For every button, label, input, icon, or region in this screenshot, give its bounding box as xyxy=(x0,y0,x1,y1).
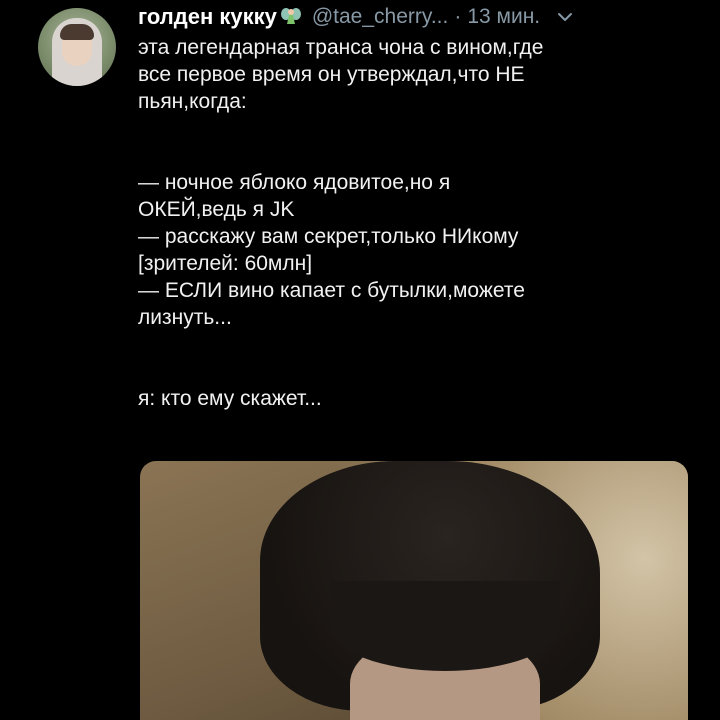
handle[interactable]: @tae_cherry... xyxy=(312,5,448,29)
tweet-line: лизнуть... xyxy=(138,306,232,329)
tweet-line: [зрителей: 60млн] xyxy=(138,252,313,275)
separator-dot: · xyxy=(454,5,462,28)
display-name[interactable]: голден кукку xyxy=(138,4,277,30)
tweet: голден кукку @tae_cherry... · 13 мин. эт… xyxy=(0,0,720,720)
tweet-line: ОКЕЙ,ведь я JK xyxy=(138,198,295,221)
tweet-line: пьян,когда: xyxy=(138,90,247,113)
tweet-line: эта легендарная транса чона с вином,где xyxy=(138,36,544,59)
tweet-line: — ЕСЛИ вино капает с бутылки,можете xyxy=(138,279,525,302)
tweet-text: эта легендарная транса чона с вином,где … xyxy=(138,34,698,412)
tweet-media-image[interactable] xyxy=(140,461,688,720)
tweet-line: все первое время он утверждал,что НЕ xyxy=(138,63,525,86)
avatar[interactable] xyxy=(38,8,116,86)
media-fringe xyxy=(330,581,560,671)
chevron-down-icon[interactable] xyxy=(556,8,574,26)
tweet-line: — расскажу вам секрет,только НИкому xyxy=(138,225,519,248)
tweet-line: я: кто ему скажет... xyxy=(138,387,322,410)
avatar-hair xyxy=(60,24,94,40)
tweet-header: голден кукку @tae_cherry... · 13 мин. xyxy=(138,2,574,32)
tweet-line: — ночное яблоко ядовитое,но я xyxy=(138,171,451,194)
timestamp[interactable]: 13 мин. xyxy=(467,5,540,29)
fairy-icon xyxy=(280,8,301,24)
